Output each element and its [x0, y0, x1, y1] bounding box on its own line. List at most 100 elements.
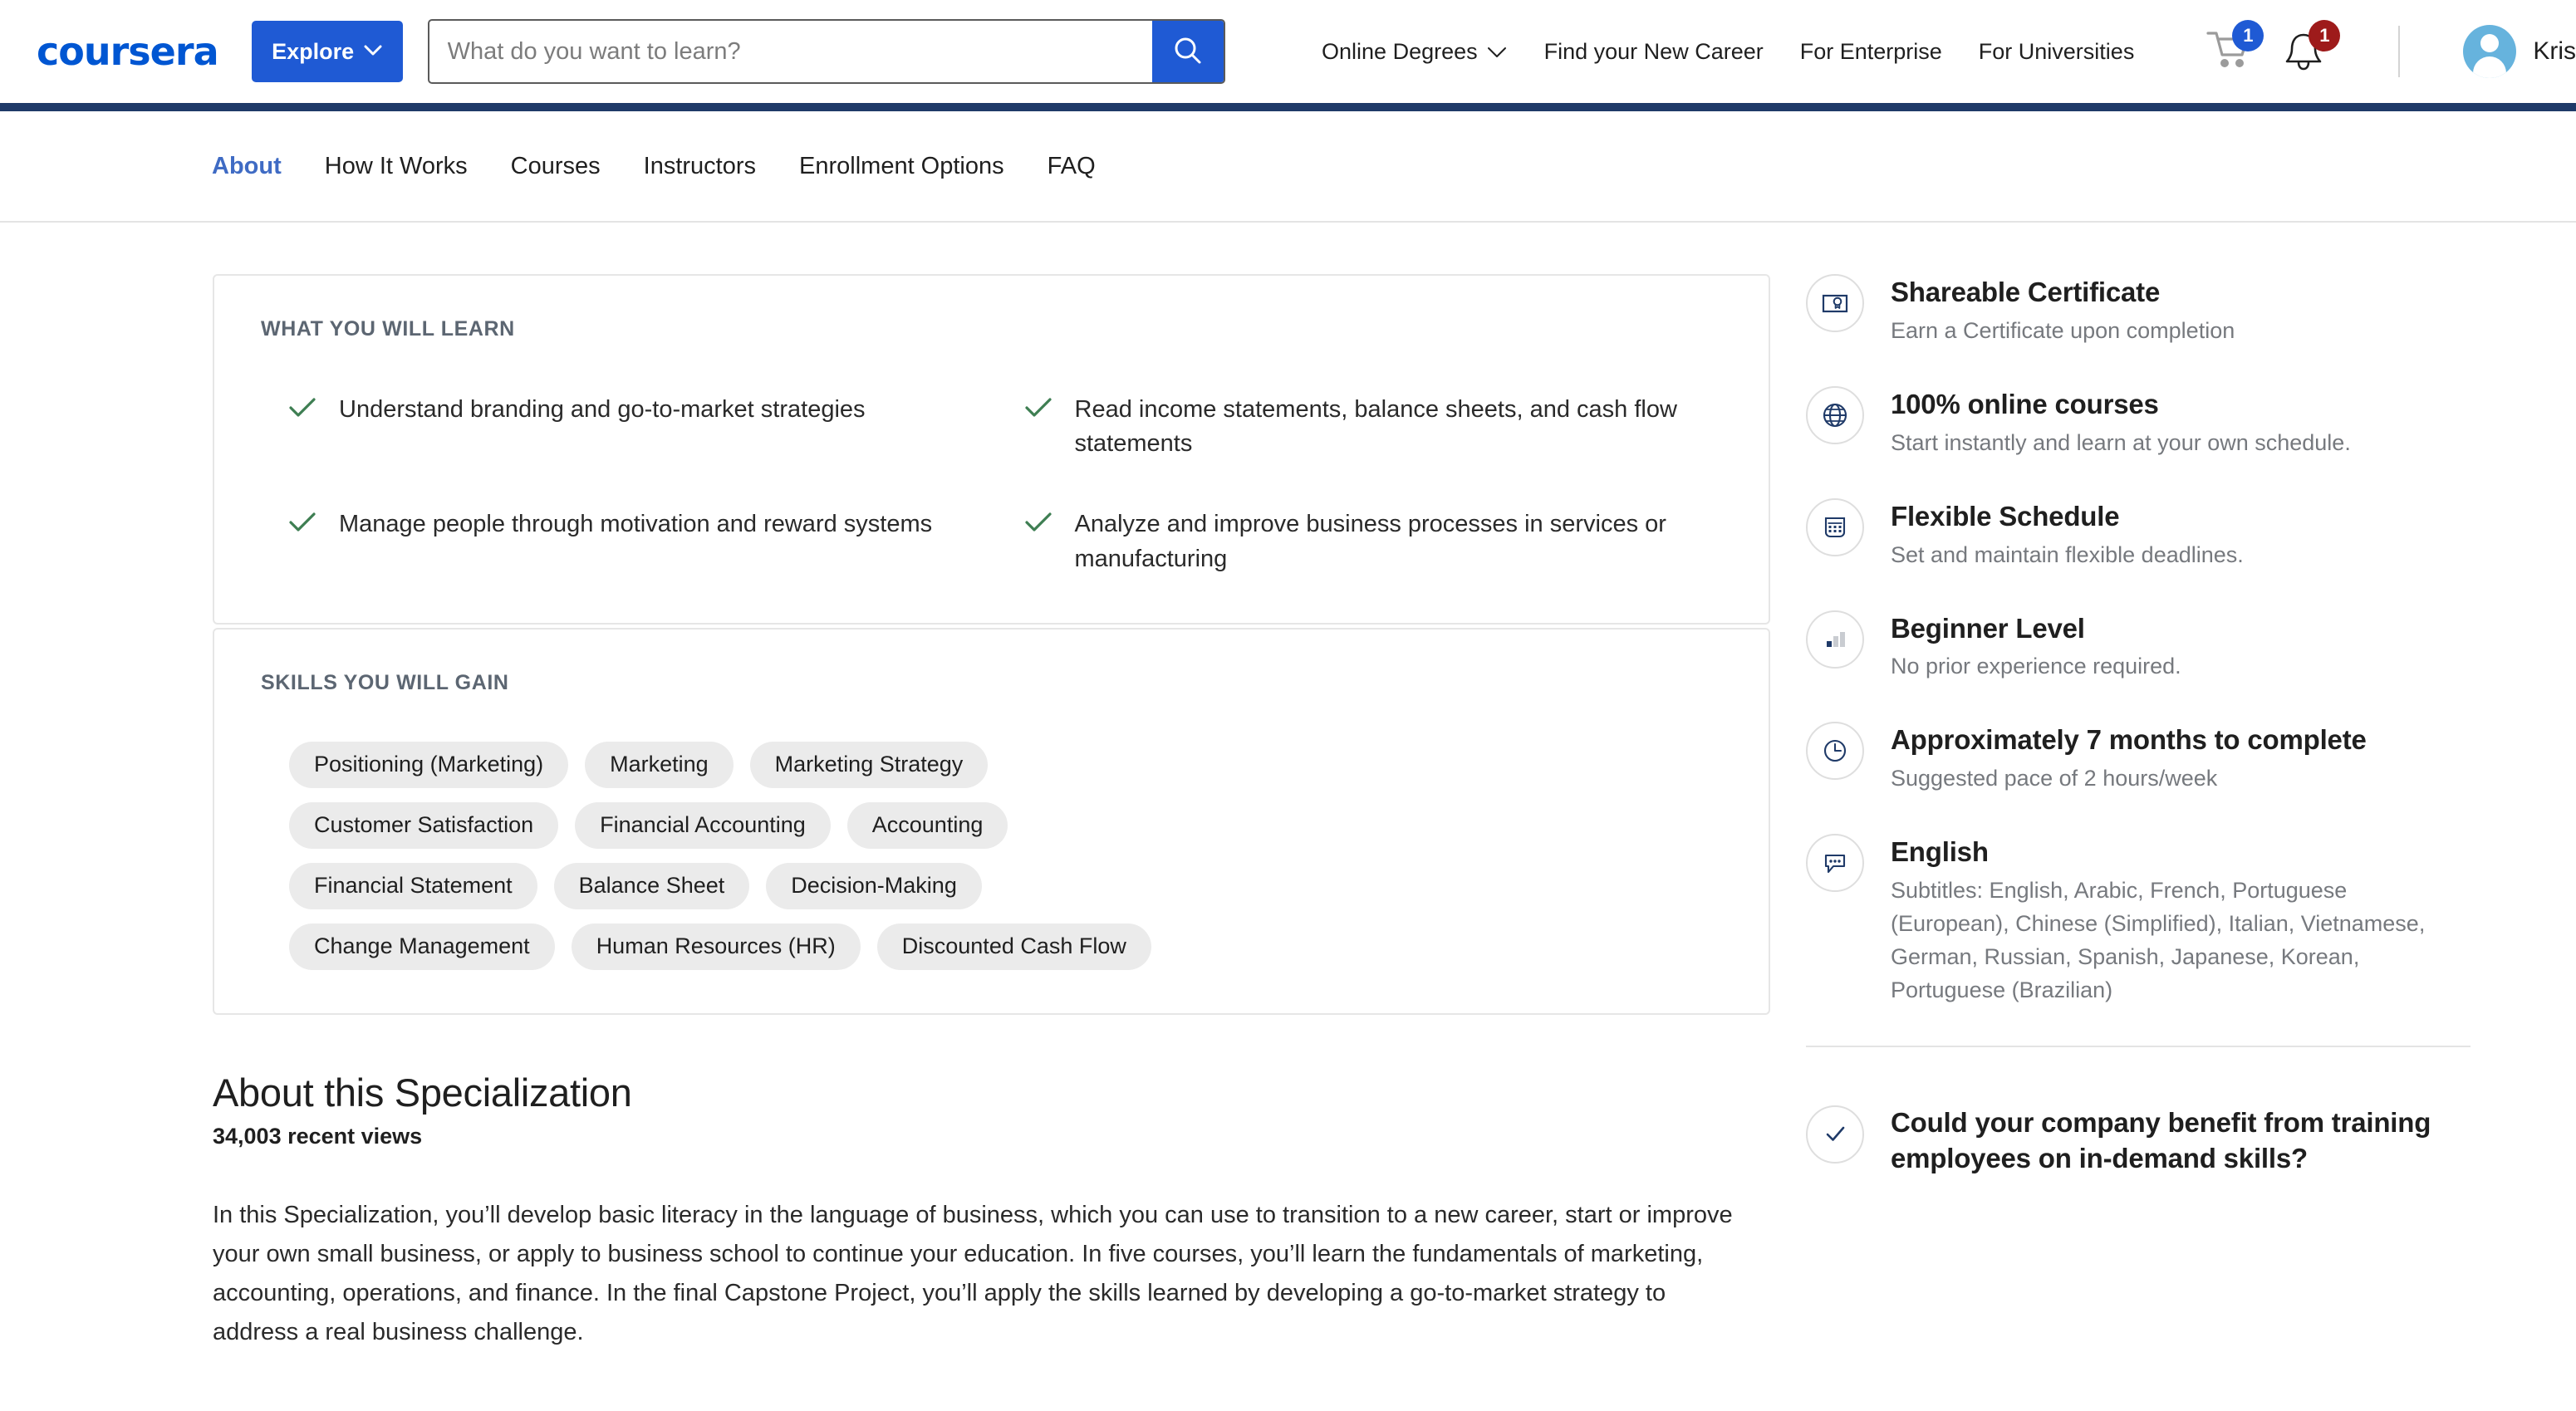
- nav-for-universities[interactable]: For Universities: [1979, 39, 2135, 65]
- explore-button-label: Explore: [272, 38, 355, 64]
- tab-about[interactable]: About: [212, 153, 282, 180]
- shopping-cart-icon: [2206, 32, 2252, 75]
- tab-list: About How It Works Courses Instructors E…: [212, 153, 1096, 180]
- nav-find-your-new-career[interactable]: Find your New Career: [1544, 39, 1764, 65]
- what-you-will-learn-title: WHAT YOU WILL LEARN: [261, 317, 515, 341]
- tab-faq[interactable]: FAQ: [1048, 153, 1096, 180]
- tab-instructors[interactable]: Instructors: [644, 153, 756, 180]
- skill-chip[interactable]: Financial Accounting: [575, 801, 831, 849]
- feature-title: 100% online courses: [1891, 388, 2159, 419]
- account-menu[interactable]: Kris: [2463, 25, 2576, 78]
- skill-chip[interactable]: Balance Sheet: [553, 862, 750, 909]
- feature-body: 100% online courses Start instantly and …: [1891, 386, 2351, 460]
- main-content: WHAT YOU WILL LEARN Understand branding …: [213, 274, 1770, 1353]
- list-item: Analyze and improve business processes i…: [1024, 507, 1723, 576]
- feature-title: Approximately 7 months to complete: [1891, 724, 2367, 756]
- certificate-icon: [1806, 274, 1864, 332]
- feature-body: Beginner Level No prior experience requi…: [1891, 610, 2181, 684]
- feature-shareable-certificate: Shareable Certificate Earn a Certificate…: [1806, 274, 2471, 348]
- feature-subtitle: Subtitles: English, Arabic, French, Port…: [1891, 878, 2426, 1003]
- header-divider: [2398, 26, 2401, 77]
- list-item-label: Read income statements, balance sheets, …: [1074, 396, 1677, 458]
- skill-chip[interactable]: Decision-Making: [766, 862, 982, 909]
- check-circle-icon: [1806, 1105, 1864, 1164]
- skills-card: SKILLS YOU WILL GAIN Positioning (Market…: [213, 627, 1770, 1015]
- notifications-button[interactable]: 1: [2282, 20, 2341, 78]
- check-icon: [289, 397, 316, 423]
- list-item-label: Manage people through motivation and rew…: [339, 511, 933, 538]
- feature-subtitle: Start instantly and learn at your own sc…: [1891, 429, 2351, 455]
- search-bar: [427, 19, 1225, 84]
- skill-chip[interactable]: Human Resources (HR): [571, 923, 861, 970]
- feature-beginner-level: Beginner Level No prior experience requi…: [1806, 610, 2471, 684]
- list-item: Manage people through motivation and rew…: [289, 507, 987, 576]
- page-tabbar: About How It Works Courses Instructors E…: [0, 111, 2576, 223]
- chevron-down-icon: [364, 43, 382, 60]
- avatar-body: [2473, 56, 2507, 78]
- nav-for-enterprise[interactable]: For Enterprise: [1800, 39, 1942, 65]
- feature-body: English Subtitles: English, Arabic, Fren…: [1891, 834, 2439, 1007]
- cart-badge: 1: [2232, 20, 2264, 51]
- feature-subtitle: Suggested pace of 2 hours/week: [1891, 766, 2218, 791]
- what-you-will-learn-card: WHAT YOU WILL LEARN Understand branding …: [213, 274, 1770, 625]
- tab-how-it-works[interactable]: How It Works: [325, 153, 468, 180]
- coursera-logo[interactable]: coursera: [37, 29, 219, 74]
- list-item-label: Analyze and improve business processes i…: [1074, 511, 1666, 572]
- avatar: [2463, 25, 2517, 78]
- tab-courses[interactable]: Courses: [511, 153, 601, 180]
- account-name: Kris: [2533, 37, 2576, 65]
- bell-icon: [2282, 33, 2325, 78]
- feature-body: Approximately 7 months to complete Sugge…: [1891, 722, 2367, 796]
- feature-title: English: [1891, 836, 1989, 868]
- feature-subtitle: Set and maintain flexible deadlines.: [1891, 541, 2244, 567]
- explore-button[interactable]: Explore: [251, 21, 403, 82]
- recent-views-count: 34,003 recent views: [213, 1123, 423, 1149]
- speech-bubble-icon: [1806, 834, 1864, 893]
- nav-online-degrees[interactable]: Online Degrees: [1322, 39, 1508, 65]
- feature-subtitle: No prior experience required.: [1891, 654, 2181, 679]
- skill-chip[interactable]: Change Management: [289, 923, 555, 970]
- sidebar-divider: [1806, 1046, 2471, 1048]
- bar-chart-icon: [1806, 610, 1864, 669]
- search-icon: [1171, 34, 1205, 70]
- skills-chip-list: Positioning (Marketing) Marketing Market…: [261, 741, 1175, 970]
- skill-chip[interactable]: Financial Statement: [289, 862, 537, 909]
- check-icon: [1024, 397, 1052, 423]
- feature-online-courses: 100% online courses Start instantly and …: [1806, 385, 2471, 460]
- search-button[interactable]: [1151, 21, 1224, 82]
- list-item: Understand branding and go-to-market str…: [289, 393, 987, 461]
- enterprise-promo[interactable]: Could your company benefit from training…: [1806, 1105, 2471, 1177]
- tab-enrollment-options[interactable]: Enrollment Options: [799, 153, 1004, 180]
- feature-subtitle: Earn a Certificate upon completion: [1891, 317, 2235, 343]
- skills-title: SKILLS YOU WILL GAIN: [261, 670, 509, 694]
- skill-chip[interactable]: Customer Satisfaction: [289, 801, 559, 849]
- header-icon-group: 1 1: [2206, 20, 2341, 78]
- about-section: About this Specialization 34,003 recent …: [213, 1070, 1770, 1353]
- navy-accent-bar: [0, 103, 2576, 111]
- feature-body: Shareable Certificate Earn a Certificate…: [1891, 274, 2235, 348]
- chevron-down-icon: [1486, 39, 1508, 65]
- notification-badge: 1: [2309, 20, 2341, 51]
- calendar-icon: [1806, 497, 1864, 556]
- skill-chip[interactable]: Accounting: [846, 801, 1008, 849]
- cart-button[interactable]: 1: [2206, 20, 2264, 75]
- check-icon: [1024, 512, 1052, 537]
- skill-chip[interactable]: Marketing Strategy: [749, 741, 989, 788]
- feature-flexible-schedule: Flexible Schedule Set and maintain flexi…: [1806, 497, 2471, 572]
- globe-icon: [1806, 385, 1864, 444]
- skill-chip[interactable]: Positioning (Marketing): [289, 741, 569, 788]
- enterprise-promo-title: Could your company benefit from training…: [1891, 1107, 2431, 1173]
- feature-title: Shareable Certificate: [1891, 277, 2161, 307]
- feature-duration: Approximately 7 months to complete Sugge…: [1806, 722, 2471, 796]
- site-header: coursera Explore Online Degrees Find you…: [0, 0, 2576, 103]
- avatar-head: [2480, 34, 2500, 52]
- skill-chip[interactable]: Marketing: [585, 741, 734, 788]
- clock-icon: [1806, 722, 1864, 781]
- page-title: About this Specialization: [213, 1070, 632, 1115]
- list-item-label: Understand branding and go-to-market str…: [339, 396, 866, 423]
- search-input[interactable]: [429, 21, 1152, 82]
- check-icon: [289, 512, 316, 537]
- header-nav: Online Degrees Find your New Career For …: [1322, 20, 2576, 78]
- course-info-sidebar: Shareable Certificate Earn a Certificate…: [1806, 274, 2471, 1177]
- skill-chip[interactable]: Discounted Cash Flow: [876, 923, 1151, 970]
